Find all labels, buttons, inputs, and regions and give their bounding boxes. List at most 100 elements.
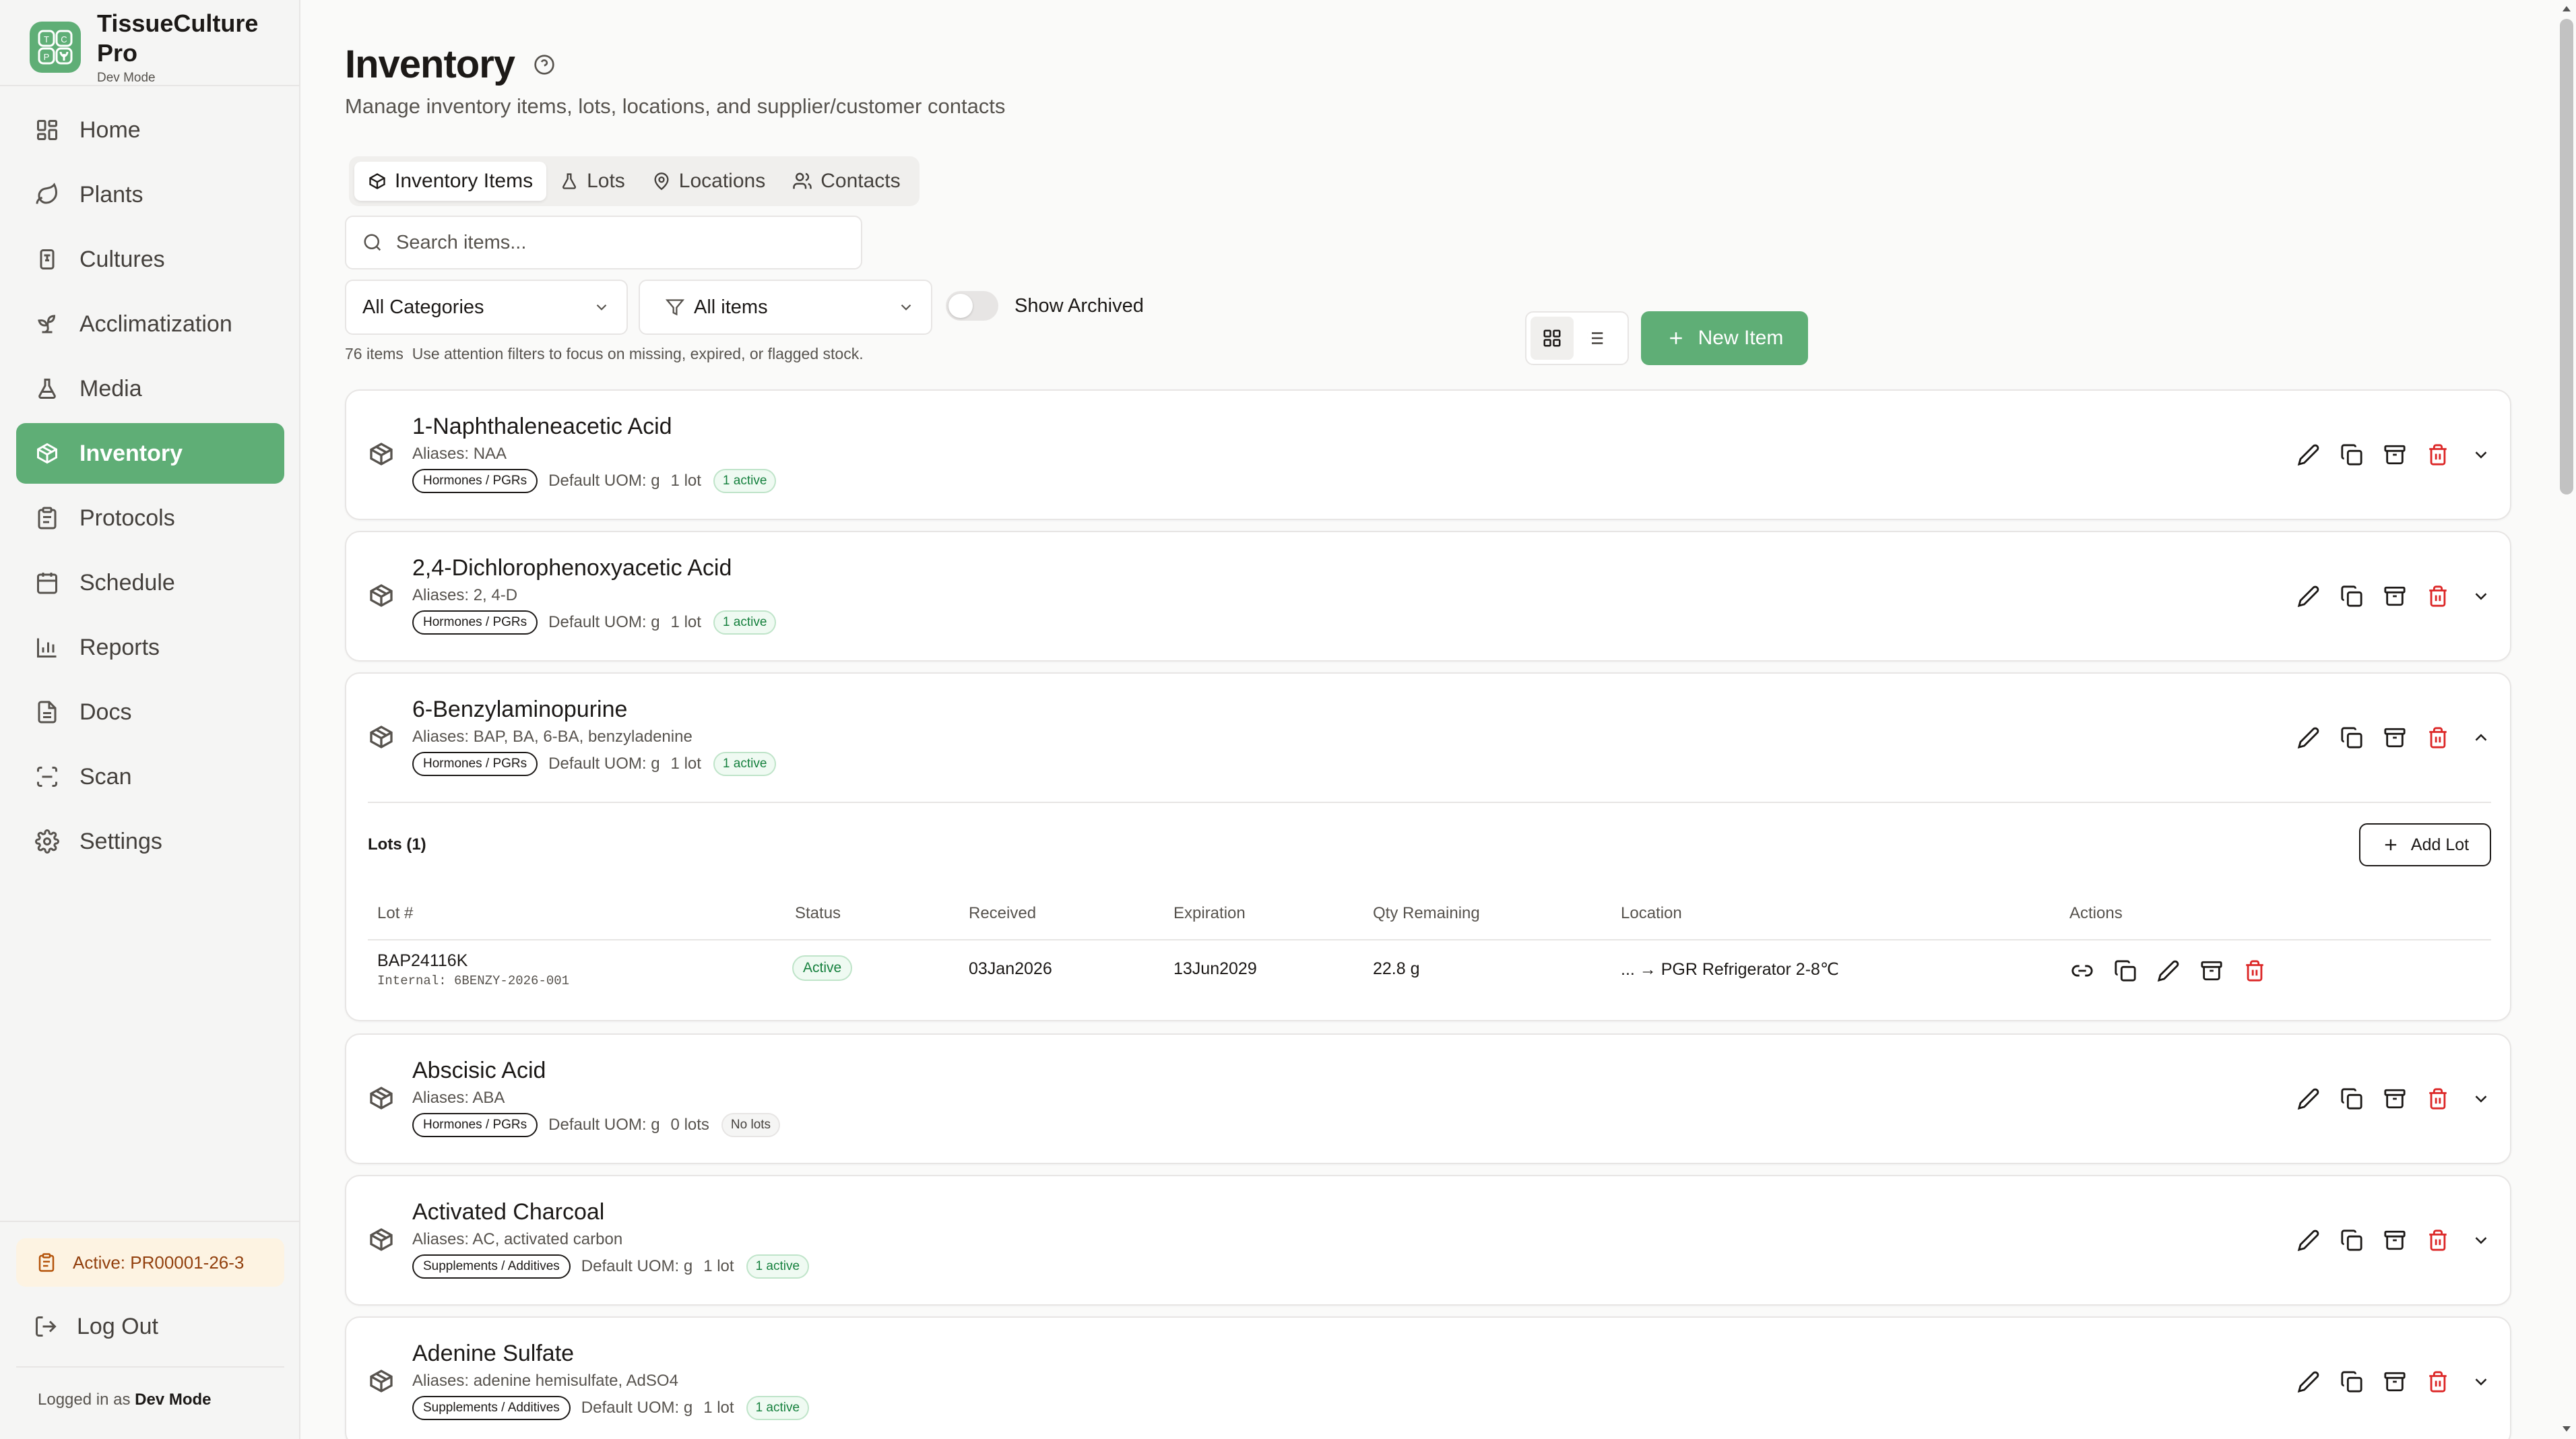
edit-icon[interactable]	[2154, 957, 2183, 985]
tab-lots[interactable]: Lots	[546, 162, 639, 201]
scroll-down-arrow-icon[interactable]	[2560, 1423, 2573, 1435]
duplicate-icon[interactable]	[2338, 441, 2366, 469]
qty-remaining: 22.8 g	[1373, 959, 1420, 978]
chevron-down-icon[interactable]	[2467, 441, 2495, 469]
category-select[interactable]: All Categories	[345, 280, 628, 335]
archive-icon[interactable]	[2381, 441, 2409, 469]
duplicate-icon[interactable]	[2338, 582, 2366, 610]
sidebar-item-docs[interactable]: Docs	[16, 682, 284, 742]
inventory-item-card[interactable]: Abscisic Acid Aliases: ABA Hormones / PG…	[345, 1033, 2511, 1164]
trash-icon[interactable]	[2424, 1368, 2452, 1396]
edit-icon[interactable]	[2294, 1226, 2323, 1254]
grid-view-button[interactable]	[1531, 317, 1574, 360]
map-pin-icon	[652, 172, 671, 191]
table-row[interactable]: BAP24116K Internal: 6BENZY-2026-001 Acti…	[368, 940, 2491, 1000]
tab-inventory-items[interactable]: Inventory Items	[354, 162, 547, 201]
trash-icon[interactable]	[2424, 441, 2452, 469]
archive-icon[interactable]	[2381, 1226, 2409, 1254]
leaf-icon	[34, 181, 61, 208]
sidebar-item-inventory[interactable]: Inventory	[16, 423, 284, 484]
status-badge: 1 active	[713, 752, 777, 776]
chevron-up-icon[interactable]	[2467, 724, 2495, 752]
inventory-item-card[interactable]: Adenine Sulfate Aliases: adenine hemisul…	[345, 1316, 2511, 1439]
sidebar-item-reports[interactable]: Reports	[16, 617, 284, 678]
status-badge: 1 active	[713, 610, 777, 635]
sidebar-item-schedule[interactable]: Schedule	[16, 552, 284, 613]
inventory-item-card[interactable]: 2,4-Dichlorophenoxyacetic Acid Aliases: …	[345, 531, 2511, 662]
trash-icon[interactable]	[2241, 957, 2269, 985]
category-select-value: All Categories	[362, 296, 484, 318]
tab-locations[interactable]: Locations	[639, 162, 779, 201]
sidebar-item-label: Docs	[79, 699, 132, 725]
edit-icon[interactable]	[2294, 582, 2323, 610]
list-view-button[interactable]	[1574, 317, 1617, 360]
edit-icon[interactable]	[2294, 1368, 2323, 1396]
chevron-down-icon[interactable]	[2467, 582, 2495, 610]
edit-icon[interactable]	[2294, 1085, 2323, 1113]
search-box[interactable]	[345, 216, 862, 269]
inventory-item-card[interactable]: 1-Naphthaleneacetic Acid Aliases: NAA Ho…	[345, 389, 2511, 520]
sidebar-item-acclimatization[interactable]: Acclimatization	[16, 294, 284, 354]
status-badge: 1 active	[713, 469, 777, 493]
inventory-item-card-expanded[interactable]: 6-Benzylaminopurine Aliases: BAP, BA, 6-…	[345, 672, 2511, 1021]
archive-icon[interactable]	[2381, 582, 2409, 610]
new-item-button[interactable]: New Item	[1641, 311, 1808, 365]
duplicate-icon[interactable]	[2338, 724, 2366, 752]
sidebar-item-label: Inventory	[79, 440, 183, 466]
trash-icon[interactable]	[2424, 1085, 2452, 1113]
active-protocol-badge[interactable]: Active: PR00001-26-3	[16, 1238, 284, 1287]
trash-icon[interactable]	[2424, 582, 2452, 610]
help-icon[interactable]	[534, 54, 555, 75]
column-header: Lot #	[377, 904, 414, 922]
duplicate-icon[interactable]	[2111, 957, 2139, 985]
chevron-down-icon[interactable]	[2467, 1085, 2495, 1113]
edit-icon[interactable]	[2294, 724, 2323, 752]
duplicate-icon[interactable]	[2338, 1368, 2366, 1396]
flask-icon	[34, 246, 61, 273]
inventory-item-card[interactable]: Activated Charcoal Aliases: AC, activate…	[345, 1175, 2511, 1306]
sidebar-item-label: Scan	[79, 763, 132, 790]
trash-icon[interactable]	[2424, 1226, 2452, 1254]
link-icon[interactable]	[2068, 957, 2096, 985]
sidebar-item-scan[interactable]: Scan	[16, 746, 284, 807]
tab-bar: Inventory Items Lots Locations Contacts	[349, 156, 920, 206]
scroll-up-arrow-icon[interactable]	[2560, 3, 2573, 15]
tab-contacts[interactable]: Contacts	[779, 162, 913, 201]
search-input[interactable]	[396, 231, 800, 254]
page-subtitle: Manage inventory items, lots, locations,…	[345, 94, 1006, 118]
trash-icon[interactable]	[2424, 724, 2452, 752]
item-name: Activated Charcoal	[412, 1199, 605, 1225]
tab-label: Contacts	[820, 170, 901, 192]
edit-icon[interactable]	[2294, 441, 2323, 469]
brand[interactable]: T C P TissueCulture Pro Dev Mode	[30, 9, 259, 85]
attention-filter-select[interactable]: All items	[639, 280, 932, 335]
add-lot-button[interactable]: Add Lot	[2359, 823, 2491, 866]
archive-icon[interactable]	[2197, 957, 2226, 985]
lot-count: 1 lot	[670, 613, 701, 631]
chevron-down-icon[interactable]	[2467, 1226, 2495, 1254]
duplicate-icon[interactable]	[2338, 1085, 2366, 1113]
archive-icon[interactable]	[2381, 724, 2409, 752]
sidebar-item-settings[interactable]: Settings	[16, 811, 284, 872]
duplicate-icon[interactable]	[2338, 1226, 2366, 1254]
show-archived-toggle[interactable]	[946, 291, 998, 321]
divider	[0, 85, 300, 86]
sidebar-item-plants[interactable]: Plants	[16, 164, 284, 225]
default-uom: Default UOM: g	[581, 1257, 693, 1275]
sidebar-item-media[interactable]: Media	[16, 358, 284, 419]
sidebar-item-home[interactable]: Home	[16, 100, 284, 160]
package-icon	[368, 172, 387, 191]
sidebar-item-cultures[interactable]: Cultures	[16, 229, 284, 290]
lot-count: 1 lot	[703, 1399, 734, 1417]
sidebar-item-protocols[interactable]: Protocols	[16, 488, 284, 548]
lot-count: 1 lot	[703, 1257, 734, 1275]
scrollbar-thumb[interactable]	[2560, 19, 2573, 494]
archive-icon[interactable]	[2381, 1085, 2409, 1113]
archive-icon[interactable]	[2381, 1368, 2409, 1396]
logout-button[interactable]: Log Out	[16, 1296, 284, 1357]
flask-icon	[560, 172, 579, 191]
default-uom: Default UOM: g	[548, 613, 660, 631]
chevron-down-icon[interactable]	[2467, 1368, 2495, 1396]
logged-in-text: Logged in as Dev Mode	[38, 1390, 211, 1409]
document-icon	[34, 699, 61, 726]
